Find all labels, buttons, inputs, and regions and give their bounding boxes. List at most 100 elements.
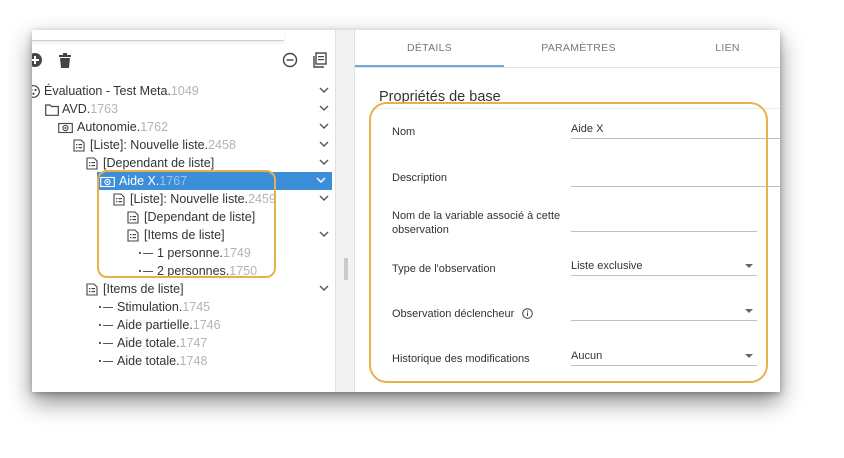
tree-node-label: [Dependant de liste]	[103, 156, 215, 170]
tree-node-aide-partielle[interactable]: Aide partielle.1746	[32, 316, 335, 334]
tree-node-1-personne[interactable]: 1 personne.1749	[32, 244, 335, 262]
panel-splitter[interactable]	[335, 30, 355, 392]
app-window: Évaluation - Test Meta.1049 AVD.1763 Aut…	[32, 30, 780, 392]
dropdown-arrow-icon	[745, 309, 753, 313]
trigger-observation-select[interactable]	[571, 302, 757, 321]
tree-node-stimulation[interactable]: Stimulation.1745	[32, 298, 335, 316]
tree-node-label: 1 personne.	[157, 246, 224, 260]
minus-circle-icon[interactable]	[282, 52, 298, 68]
details-panel: DÉTAILS PARAMÈTRES LIEN Propriétés de ba…	[355, 30, 780, 392]
item-icon	[99, 339, 113, 347]
field-label-nom: Nom	[392, 126, 416, 138]
tree-node-items-2[interactable]: [Items de liste]	[32, 280, 335, 298]
tree-panel: Évaluation - Test Meta.1049 AVD.1763 Aut…	[32, 30, 335, 392]
list-icon	[127, 210, 140, 224]
field-label-historique: Historique des modifications	[392, 353, 530, 365]
name-input[interactable]: Aide X	[571, 120, 780, 139]
tree-node-liste-2458[interactable]: [Liste]: Nouvelle liste.2458	[32, 136, 335, 154]
tree-node-id: 1762	[140, 120, 169, 134]
observation-type-select[interactable]: Liste exclusive	[571, 257, 757, 276]
tree-node-dependant-2[interactable]: [Dependant de liste]	[32, 208, 335, 226]
list-icon	[127, 228, 140, 242]
field-label-declencheur: Observation déclencheur	[392, 307, 534, 323]
name-input-value: Aide X	[571, 123, 604, 135]
chevron-down-icon[interactable]	[316, 175, 326, 185]
tree-node-id: 1763	[90, 102, 119, 116]
chevron-down-icon[interactable]	[319, 157, 329, 167]
tab-parametres[interactable]: PARAMÈTRES	[504, 30, 653, 67]
tree-node-label: Aide X.	[119, 174, 160, 188]
tree-node-label: Autonomie.	[77, 120, 141, 134]
tree-node-dependant[interactable]: [Dependant de liste]	[32, 154, 335, 172]
tree-node-label: AVD.	[62, 102, 91, 116]
field-label-type: Type de l'observation	[392, 263, 496, 275]
tree-node-label: Aide totale.	[117, 354, 180, 368]
tree-node-label: Évaluation - Test Meta.	[44, 84, 171, 98]
folder-icon	[45, 103, 59, 116]
highlight-annotation	[369, 102, 768, 383]
drag-handle-icon[interactable]	[344, 258, 348, 280]
section-title: Propriétés de base	[379, 89, 501, 105]
list-icon	[73, 138, 86, 152]
tree-node-id: 1049	[170, 84, 199, 98]
chevron-down-icon[interactable]	[319, 193, 329, 203]
item-icon	[139, 267, 153, 275]
field-label-description: Description	[392, 172, 448, 184]
tree-node-liste-2459[interactable]: [Liste]: Nouvelle liste.2459	[32, 190, 335, 208]
item-icon	[99, 321, 113, 329]
search-strip	[32, 30, 284, 41]
tree-node-id: 1746	[192, 318, 221, 332]
tree-node-id: 1767	[159, 174, 188, 188]
chevron-down-icon[interactable]	[319, 283, 329, 293]
tree-toolbar	[32, 50, 335, 72]
tree-node-id: 1748	[179, 354, 208, 368]
tree-node-aide-totale-1747[interactable]: Aide totale.1747	[32, 334, 335, 352]
chevron-down-icon[interactable]	[319, 139, 329, 149]
variable-name-input[interactable]	[571, 213, 757, 232]
item-icon	[99, 357, 113, 365]
item-icon	[139, 249, 153, 257]
tab-lien[interactable]: LIEN	[653, 30, 780, 67]
copy-icon[interactable]	[312, 52, 328, 68]
info-icon[interactable]	[522, 308, 534, 323]
tree-node-avd[interactable]: AVD.1763	[32, 100, 335, 118]
tree-node-label: [Liste]: Nouvelle liste.	[90, 138, 209, 152]
tab-bar: DÉTAILS PARAMÈTRES LIEN	[355, 30, 780, 68]
chevron-down-icon[interactable]	[319, 229, 329, 239]
tree-node-id: 1750	[229, 264, 258, 278]
tree-node-aide-x[interactable]: Aide X.1767	[97, 172, 332, 190]
add-circle-icon[interactable]	[32, 52, 43, 68]
observation-icon	[100, 175, 115, 188]
chevron-down-icon[interactable]	[319, 103, 329, 113]
tree-node-label: Aide totale.	[117, 336, 180, 350]
tree-node-id: 1747	[179, 336, 208, 350]
chevron-down-icon[interactable]	[319, 85, 329, 95]
tree-node-id: 1749	[223, 246, 251, 260]
tree-node-label: [Items de liste]	[103, 282, 184, 296]
list-icon	[86, 156, 99, 170]
chevron-down-icon[interactable]	[319, 121, 329, 131]
field-label-declencheur-text: Observation déclencheur	[392, 308, 515, 320]
item-icon	[99, 303, 113, 311]
tree-node-label: [Dependant de liste]	[144, 210, 256, 224]
list-icon	[113, 192, 126, 206]
tree-node-label: [Items de liste]	[144, 228, 225, 242]
trash-icon[interactable]	[57, 52, 73, 68]
tree-node-id: 2459	[248, 192, 276, 206]
tree-node-2-personnes[interactable]: 2 personnes.1750	[32, 262, 335, 280]
dropdown-arrow-icon	[745, 354, 753, 358]
field-label-variable: Nom de la variable associé à cette obser…	[392, 210, 561, 236]
description-input[interactable]	[571, 168, 780, 187]
tree-node-autonomie[interactable]: Autonomie.1762	[32, 118, 335, 136]
tree-node-id: 1745	[182, 300, 211, 314]
tree-node-label: 2 personnes.	[157, 264, 230, 278]
tree-node-evaluation[interactable]: Évaluation - Test Meta.1049	[32, 82, 335, 100]
tree-node-aide-totale-1748[interactable]: Aide totale.1748	[32, 352, 335, 370]
tree-node-items-1[interactable]: [Items de liste]	[32, 226, 335, 244]
tree-node-label: [Liste]: Nouvelle liste.	[130, 192, 249, 206]
tab-details[interactable]: DÉTAILS	[355, 30, 504, 67]
tree-node-label: Stimulation.	[117, 300, 183, 314]
observation-icon	[58, 121, 73, 134]
history-select[interactable]: Aucun	[571, 347, 757, 366]
dropdown-arrow-icon	[745, 264, 753, 268]
